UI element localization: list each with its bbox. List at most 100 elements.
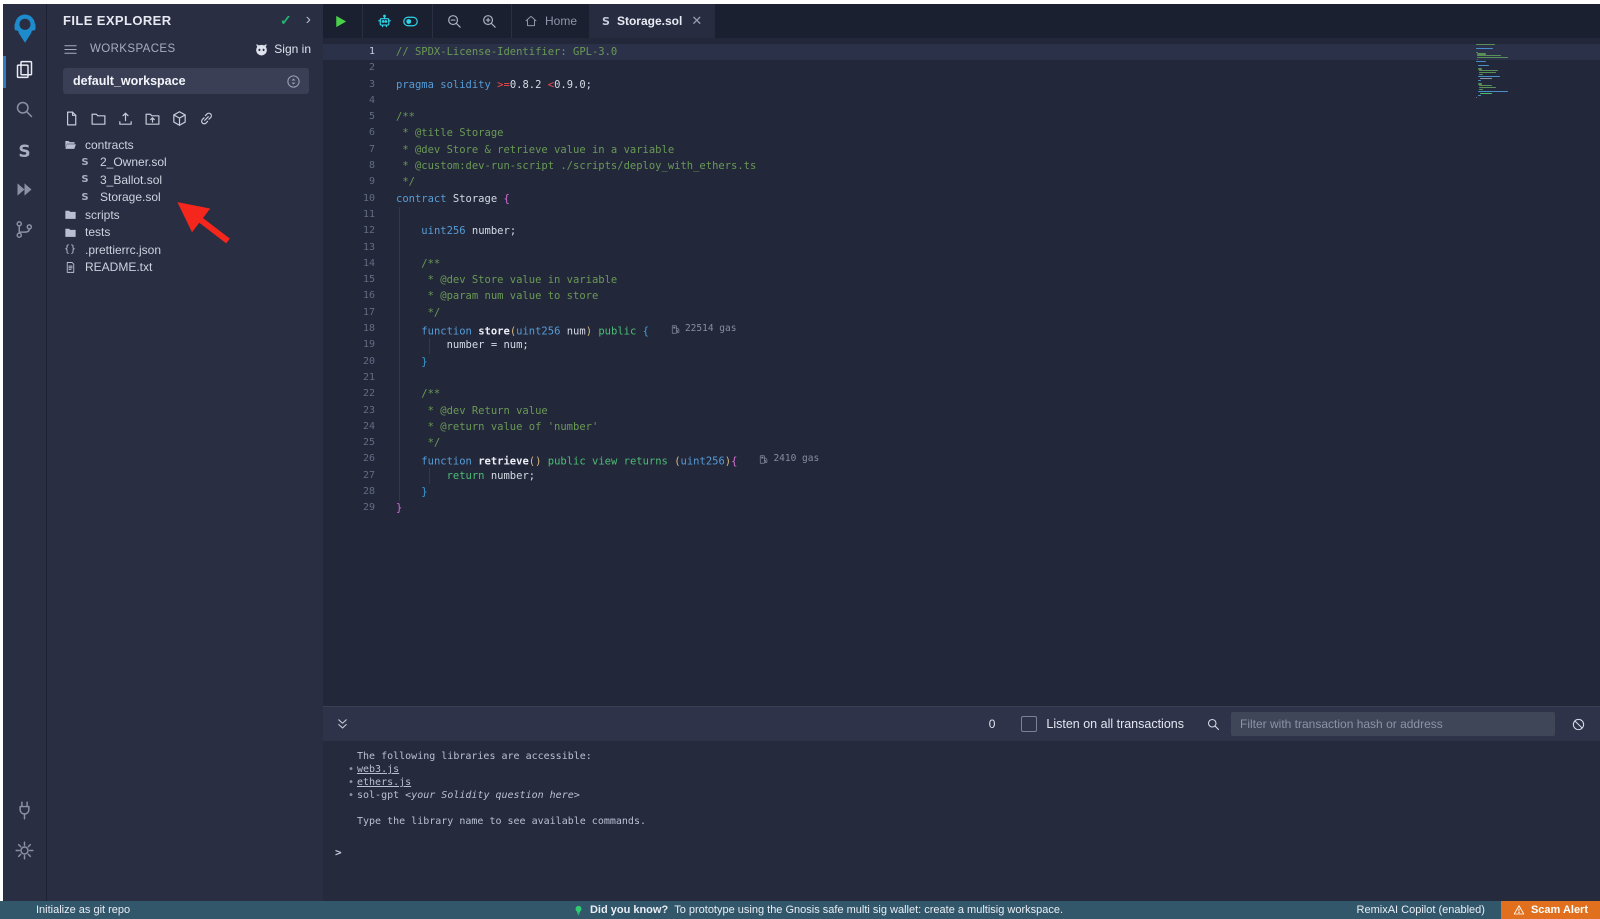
code-line: }: [396, 500, 1470, 516]
cube-icon[interactable]: [171, 110, 188, 127]
warning-icon: [1513, 904, 1525, 916]
tree-item-label: tests: [85, 225, 110, 239]
tree-item-label: contracts: [85, 138, 134, 152]
terminal[interactable]: The following libraries are accessible:•…: [323, 741, 1600, 901]
gas-estimate: 22514 gas: [671, 321, 736, 337]
deploy-run-icon[interactable]: [3, 172, 46, 212]
code-line: * @dev Store & retrieve value in a varia…: [396, 142, 1470, 158]
status-bar: Initialize as git repo Did you know? To …: [0, 901, 1600, 919]
solidity-compiler-icon[interactable]: S: [3, 132, 46, 172]
code-line: [396, 60, 1470, 76]
listen-checkbox[interactable]: [1021, 716, 1037, 732]
did-you-know-tip: Did you know? To prototype using the Gno…: [573, 904, 1063, 916]
workspace-name: default_workspace: [73, 74, 286, 88]
search-icon[interactable]: [3, 92, 46, 132]
code-line: */: [396, 174, 1470, 190]
transaction-count: 0: [989, 717, 996, 731]
solidity-file-icon: S: [78, 190, 92, 204]
code-line: /**: [396, 256, 1470, 272]
copilot-status[interactable]: RemixAI Copilot (enabled): [1357, 904, 1485, 916]
git-init-button[interactable]: Initialize as git repo: [36, 904, 573, 916]
file-explorer-panel: FILE EXPLORER ✓ › WORKSPACES Sign in def…: [47, 4, 323, 901]
terminal-prompt[interactable]: >: [335, 846, 342, 859]
code-line: * @return value of 'number': [396, 419, 1470, 435]
code-line: return number;: [396, 468, 1470, 484]
code-editor[interactable]: 1234567891011121314151617181920212223242…: [323, 38, 1600, 706]
tab-home[interactable]: Home: [512, 4, 590, 38]
terminal-line: [357, 802, 1600, 815]
code-line: [396, 240, 1470, 256]
code-line: */: [396, 435, 1470, 451]
listen-label: Listen on all transactions: [1046, 717, 1184, 731]
zoom-out-icon[interactable]: [437, 4, 472, 38]
code-line: * @dev Return value: [396, 403, 1470, 419]
tree-item-2-owner-sol[interactable]: S 2_Owner.sol: [47, 154, 323, 172]
code-line: * @title Storage: [396, 125, 1470, 141]
terminal-line: •web3.js: [357, 763, 1600, 776]
folder-icon: [63, 225, 77, 239]
terminal-search-icon[interactable]: [1206, 717, 1221, 732]
new-file-icon[interactable]: [63, 110, 80, 127]
ai-copilot-toggle[interactable]: [402, 4, 428, 38]
plugin-manager-icon[interactable]: [3, 793, 46, 833]
workspace-select[interactable]: default_workspace: [63, 68, 309, 94]
terminal-link[interactable]: web3.js: [357, 764, 399, 775]
git-icon[interactable]: [3, 212, 46, 252]
code-line: uint256 number;: [396, 223, 1470, 239]
sign-in-button[interactable]: Sign in: [254, 42, 311, 57]
link-icon[interactable]: [198, 110, 215, 127]
code-line: contract Storage {: [396, 191, 1470, 207]
tree-item-label: 2_Owner.sol: [100, 155, 167, 169]
line-numbers: 1234567891011121314151617181920212223242…: [323, 44, 375, 517]
tab-storage-sol[interactable]: S Storage.sol ✕: [590, 4, 715, 38]
ai-copilot-robot-icon[interactable]: [367, 4, 402, 38]
code-line: function store(uint256 num) public {2251…: [396, 321, 1470, 337]
clear-console-icon[interactable]: [1571, 717, 1586, 732]
folder-open-icon: [63, 138, 77, 152]
tree-item-label: Storage.sol: [100, 190, 161, 204]
code-line: * @custom:dev-run-script ./scripts/deplo…: [396, 158, 1470, 174]
solidity-file-icon: S: [78, 173, 92, 187]
upload-folder-icon[interactable]: [144, 110, 161, 127]
chevron-right-icon[interactable]: ›: [306, 11, 311, 29]
code-line: [396, 93, 1470, 109]
indent-guide: [399, 207, 400, 500]
zoom-in-icon[interactable]: [472, 4, 507, 38]
tree-item-3-ballot-sol[interactable]: S3_Ballot.sol: [47, 171, 323, 189]
file-tree: contractsS2_Owner.solS3_Ballot.solSStora…: [47, 136, 323, 276]
tree-item-label: scripts: [85, 208, 120, 222]
run-script-button[interactable]: [323, 4, 358, 38]
solidity-file-icon: S: [78, 155, 92, 169]
json-file-icon: {}: [63, 243, 77, 257]
panel-title: FILE EXPLORER: [63, 13, 280, 28]
collapse-terminal-icon[interactable]: [335, 717, 350, 732]
code-line: pragma solidity >=0.8.2 <0.9.0;: [396, 77, 1470, 93]
main-area: Home S Storage.sol ✕ 1234567891011121314…: [323, 4, 1600, 901]
upload-file-icon[interactable]: [117, 110, 134, 127]
code-line: }: [396, 484, 1470, 500]
tree-item--prettierrc-json[interactable]: {}.prettierrc.json: [47, 241, 323, 259]
workspaces-menu-icon[interactable]: [63, 42, 78, 57]
workspaces-label: WORKSPACES: [90, 43, 254, 55]
settings-icon[interactable]: [3, 833, 46, 873]
remix-ide-window: S FILE EXPLORER ✓ › WORKSPACES Sign in d…: [3, 4, 1600, 901]
tree-item-storage-sol[interactable]: S Storage.sol: [47, 189, 323, 207]
tree-item-contracts[interactable]: contracts: [47, 136, 323, 154]
home-icon: [524, 14, 538, 28]
terminal-line: Type the library name to see available c…: [357, 815, 1600, 828]
code-line: function retrieve() public view returns …: [396, 451, 1470, 467]
code-line: * @param num value to store: [396, 288, 1470, 304]
minimap[interactable]: [1476, 44, 1560, 98]
new-folder-icon[interactable]: [90, 110, 107, 127]
terminal-link[interactable]: ethers.js: [357, 777, 411, 788]
file-explorer-icon[interactable]: [3, 52, 46, 92]
tree-item-scripts[interactable]: scripts: [47, 206, 323, 224]
tree-item-tests[interactable]: tests: [47, 224, 323, 242]
transaction-filter-input[interactable]: [1231, 712, 1555, 736]
close-tab-icon[interactable]: ✕: [691, 13, 702, 29]
scam-alert-button[interactable]: Scam Alert: [1501, 901, 1600, 919]
terminal-line: The following libraries are accessible:: [357, 750, 1600, 763]
tree-item-label: README.txt: [85, 260, 152, 274]
remix-logo-icon[interactable]: [3, 4, 46, 52]
tree-item-readme-txt[interactable]: README.txt: [47, 259, 323, 277]
